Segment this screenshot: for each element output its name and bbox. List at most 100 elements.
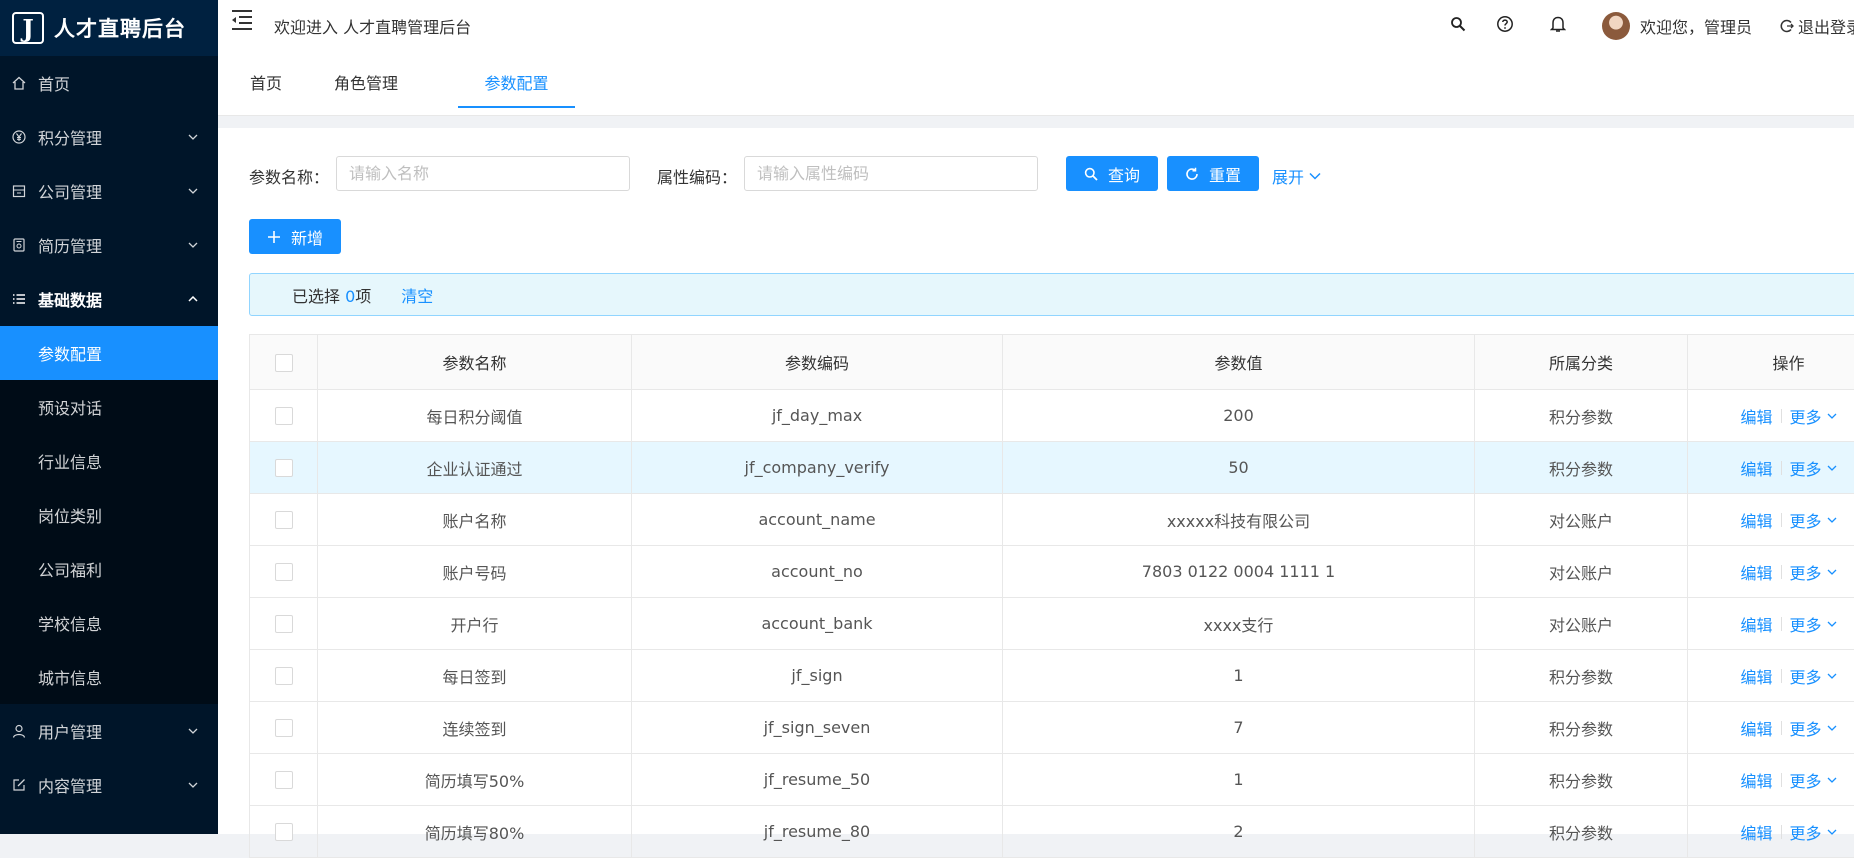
- submenu-basic-data: 参数配置 预设对话 行业信息 岗位类别 公司福利 学校信息 城市信息: [0, 326, 218, 704]
- row-checkbox[interactable]: [275, 407, 293, 425]
- param-name-cell: 企业认证通过: [318, 442, 632, 494]
- edit-link[interactable]: 编辑: [1740, 456, 1772, 480]
- row-checkbox[interactable]: [275, 459, 293, 477]
- tab-param-config[interactable]: 参数配置: [458, 57, 575, 108]
- param-value-cell: 7: [1003, 702, 1475, 754]
- edit-link[interactable]: 编辑: [1740, 820, 1772, 844]
- logout-button[interactable]: 退出登录: [1780, 14, 1854, 38]
- sidebar: J 人才直聘后台 首页 积分管理 公司管理: [0, 0, 218, 834]
- more-dropdown[interactable]: 更多: [1790, 456, 1837, 480]
- reset-button[interactable]: 重置: [1167, 156, 1259, 191]
- select-all-checkbox[interactable]: [275, 354, 293, 372]
- chevron-down-icon: [1822, 517, 1837, 523]
- table-row[interactable]: 简历填写50%jf_resume_501积分参数编辑更多: [250, 754, 1854, 806]
- search-icon[interactable]: [1448, 14, 1468, 34]
- table-row[interactable]: 账户号码account_no7803 0122 0004 1111 1对公账户编…: [250, 546, 1854, 598]
- row-checkbox[interactable]: [275, 667, 293, 685]
- sidebar-subitem-welfare[interactable]: 公司福利: [0, 542, 218, 596]
- sidebar-item-company[interactable]: 公司管理: [0, 164, 218, 218]
- divider: [1781, 721, 1782, 735]
- sidebar-item-content[interactable]: 内容管理: [0, 758, 218, 812]
- sidebar-item-label: 公司管理: [38, 179, 102, 203]
- param-code-cell: account_no: [632, 546, 1003, 598]
- table-row[interactable]: 连续签到jf_sign_seven7积分参数编辑更多: [250, 702, 1854, 754]
- expand-label: 展开: [1272, 164, 1304, 188]
- param-name-cell: 每日积分阈值: [318, 390, 632, 442]
- table-row[interactable]: 开户行account_bankxxxx支行对公账户编辑更多: [250, 598, 1854, 650]
- edit-link[interactable]: 编辑: [1740, 768, 1772, 792]
- menu-fold-icon[interactable]: [230, 9, 254, 31]
- more-dropdown[interactable]: 更多: [1790, 820, 1837, 844]
- sidebar-item-home[interactable]: 首页: [0, 56, 218, 110]
- edit-link[interactable]: 编辑: [1740, 612, 1772, 636]
- sidebar-item-points[interactable]: 积分管理: [0, 110, 218, 164]
- attr-code-input[interactable]: [744, 156, 1038, 191]
- query-button[interactable]: 查询: [1066, 156, 1158, 191]
- actions-cell: 编辑更多: [1688, 650, 1854, 702]
- column-header[interactable]: 参数编码: [632, 335, 1003, 390]
- row-checkbox[interactable]: [275, 771, 293, 789]
- sidebar-subitem-job-category[interactable]: 岗位类别: [0, 488, 218, 542]
- param-value-cell: 7803 0122 0004 1111 1: [1003, 546, 1475, 598]
- edit-link[interactable]: 编辑: [1740, 664, 1772, 688]
- edit-link[interactable]: 编辑: [1740, 560, 1772, 584]
- more-dropdown[interactable]: 更多: [1790, 508, 1837, 532]
- column-header[interactable]: 参数名称: [318, 335, 632, 390]
- category-cell: 对公账户: [1475, 494, 1688, 546]
- edit-link[interactable]: 编辑: [1740, 508, 1772, 532]
- table-row[interactable]: 企业认证通过jf_company_verify50积分参数编辑更多: [250, 442, 1854, 494]
- more-dropdown[interactable]: 更多: [1790, 560, 1837, 584]
- edit-link[interactable]: 编辑: [1740, 404, 1772, 428]
- more-dropdown[interactable]: 更多: [1790, 612, 1837, 636]
- edit-link[interactable]: 编辑: [1740, 716, 1772, 740]
- user-greeting[interactable]: 欢迎您，管理员: [1640, 14, 1752, 38]
- category-cell: 积分参数: [1475, 806, 1688, 858]
- user-icon: [12, 724, 26, 738]
- actions-cell: 编辑更多: [1688, 806, 1854, 858]
- chevron-down-icon: [1309, 172, 1321, 180]
- more-dropdown[interactable]: 更多: [1790, 404, 1837, 428]
- more-dropdown[interactable]: 更多: [1790, 768, 1837, 792]
- row-checkbox[interactable]: [275, 719, 293, 737]
- param-name-cell: 每日签到: [318, 650, 632, 702]
- column-header[interactable]: 参数值: [1003, 335, 1475, 390]
- row-select-cell: [250, 442, 318, 494]
- sidebar-item-users[interactable]: 用户管理: [0, 704, 218, 758]
- row-checkbox[interactable]: [275, 563, 293, 581]
- param-name-input[interactable]: [336, 156, 630, 191]
- divider: [1781, 825, 1782, 839]
- add-button[interactable]: 新增: [249, 219, 341, 254]
- more-dropdown[interactable]: 更多: [1790, 664, 1837, 688]
- row-checkbox[interactable]: [275, 615, 293, 633]
- sidebar-item-resume[interactable]: 简历管理: [0, 218, 218, 272]
- sidebar-subitem-city[interactable]: 城市信息: [0, 650, 218, 704]
- table-row[interactable]: 每日签到jf_sign1积分参数编辑更多: [250, 650, 1854, 702]
- param-code-cell: jf_day_max: [632, 390, 1003, 442]
- page-tabs: 首页 角色管理 参数配置: [218, 57, 1854, 116]
- row-checkbox[interactable]: [275, 511, 293, 529]
- more-dropdown[interactable]: 更多: [1790, 716, 1837, 740]
- param-code-cell: account_bank: [632, 598, 1003, 650]
- column-header[interactable]: 所属分类: [1475, 335, 1688, 390]
- clear-selection-link[interactable]: 清空: [401, 283, 433, 307]
- table-row[interactable]: 账户名称account_namexxxxx科技有限公司对公账户编辑更多: [250, 494, 1854, 546]
- row-checkbox[interactable]: [275, 823, 293, 841]
- row-select-cell: [250, 494, 318, 546]
- avatar[interactable]: [1602, 12, 1630, 40]
- param-code-cell: jf_resume_80: [632, 806, 1003, 858]
- sidebar-subitem-param-config[interactable]: 参数配置: [0, 326, 218, 380]
- sidebar-item-basic-data[interactable]: 基础数据: [0, 272, 218, 326]
- sidebar-subitem-school[interactable]: 学校信息: [0, 596, 218, 650]
- divider: [1781, 513, 1782, 527]
- tab-home[interactable]: 首页: [240, 57, 292, 106]
- table-row[interactable]: 每日积分阈值jf_day_max200积分参数编辑更多: [250, 390, 1854, 442]
- help-icon[interactable]: [1495, 14, 1515, 34]
- table-row[interactable]: 简历填写80%jf_resume_802积分参数编辑更多: [250, 806, 1854, 858]
- more-label: 更多: [1790, 508, 1822, 532]
- expand-toggle[interactable]: 展开: [1272, 164, 1321, 188]
- bell-icon[interactable]: [1548, 14, 1568, 34]
- tab-role-management[interactable]: 角色管理: [311, 57, 421, 106]
- resume-icon: [12, 238, 26, 252]
- sidebar-subitem-preset-dialog[interactable]: 预设对话: [0, 380, 218, 434]
- sidebar-subitem-industry[interactable]: 行业信息: [0, 434, 218, 488]
